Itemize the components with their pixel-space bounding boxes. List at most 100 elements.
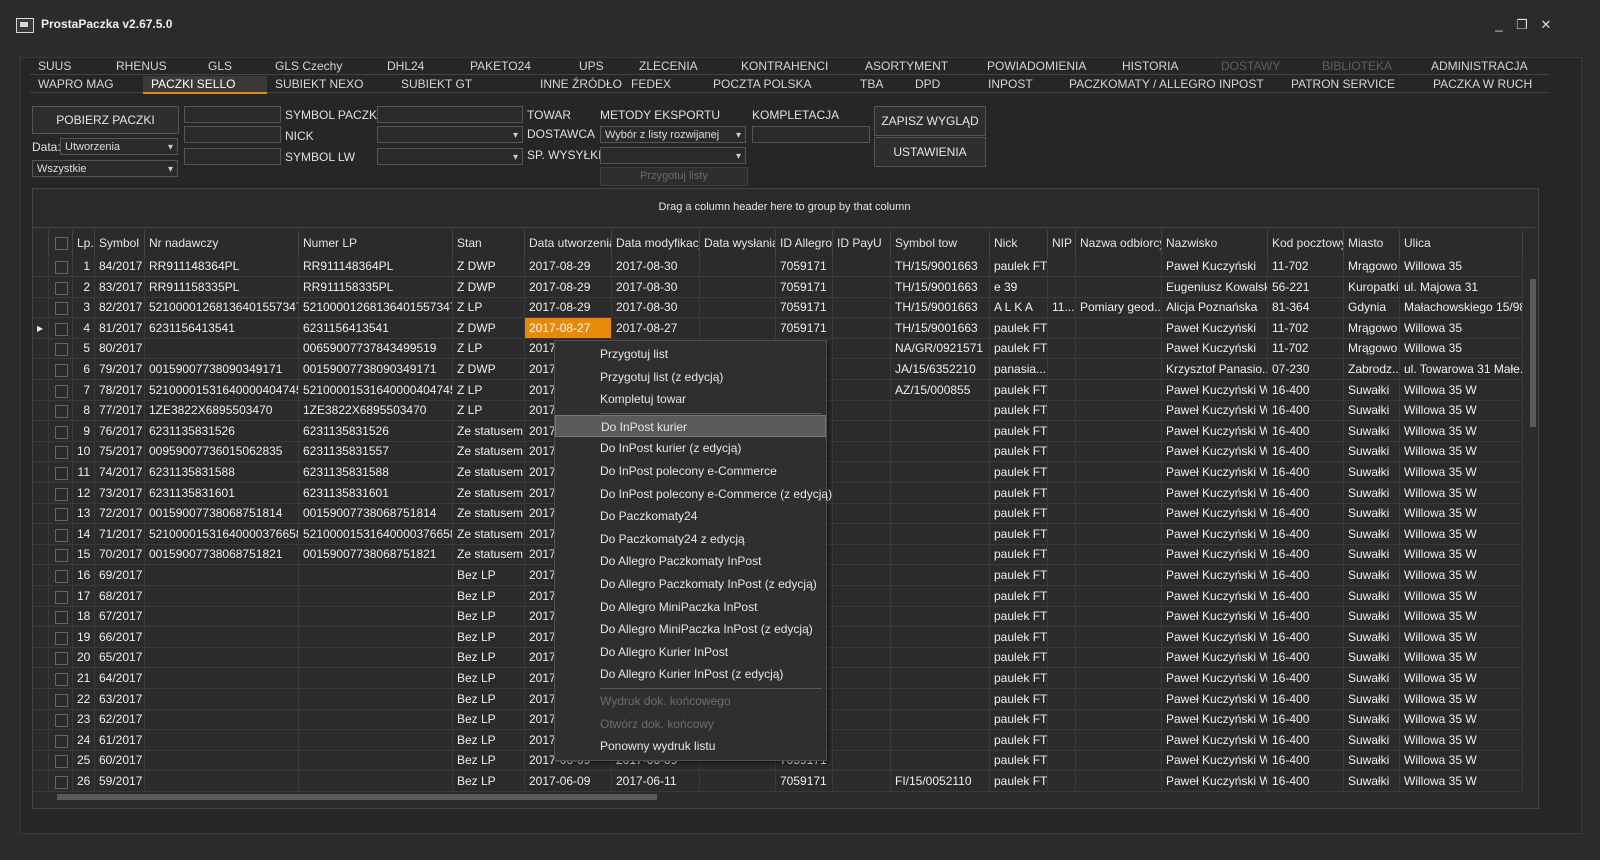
- menu-item-do-inpost-polecony-e-commerce[interactable]: Do InPost polecony e-Commerce: [555, 460, 826, 482]
- cell-tow[interactable]: [891, 441, 990, 462]
- tab-poczta-polska[interactable]: POCZTA POLSKA: [705, 76, 852, 93]
- cell-tow[interactable]: [891, 668, 990, 689]
- cell-tow[interactable]: [891, 689, 990, 710]
- cell-lp[interactable]: 4: [73, 318, 95, 339]
- cell-naz[interactable]: Paweł Kuczyński W: [1162, 380, 1268, 401]
- cell-symbol[interactable]: 75/2017: [95, 441, 145, 462]
- row-checkbox[interactable]: [55, 591, 68, 604]
- vertical-scrollbar[interactable]: [1527, 269, 1537, 789]
- tab-patron-service[interactable]: PATRON SERVICE: [1283, 76, 1425, 93]
- cell-tow[interactable]: TH/15/9001663: [891, 277, 990, 298]
- tab-paczkomaty-allegro-inpost[interactable]: PACZKOMATY / ALLEGRO INPOST: [1061, 76, 1283, 93]
- cell-mod[interactable]: 2017-08-30: [612, 256, 700, 277]
- column-header-stan[interactable]: Stan: [453, 230, 525, 256]
- cell-lp_num[interactable]: [299, 709, 453, 730]
- cell-kod[interactable]: 16-400: [1268, 462, 1344, 483]
- cell-naz[interactable]: Paweł Kuczyński: [1162, 256, 1268, 277]
- save-view-button[interactable]: ZAPISZ WYGLĄD: [874, 106, 986, 136]
- column-header-lp_num[interactable]: Numer LP: [299, 230, 453, 256]
- cell-kod[interactable]: 16-400: [1268, 441, 1344, 462]
- cell-naz[interactable]: Paweł Kuczyński: [1162, 338, 1268, 359]
- cell-utw[interactable]: 2017-08-29: [525, 277, 612, 298]
- cell-payu[interactable]: [833, 647, 891, 668]
- cell-stan[interactable]: Bez LP: [453, 689, 525, 710]
- cell-nr[interactable]: [145, 771, 299, 792]
- cell-mod[interactable]: 2017-08-27: [612, 318, 700, 339]
- row-checkbox-cell[interactable]: [49, 565, 73, 586]
- cell-kod[interactable]: 16-400: [1268, 565, 1344, 586]
- cell-mia[interactable]: Mrągowo: [1344, 338, 1400, 359]
- cell-lp[interactable]: 21: [73, 668, 95, 689]
- tab-subiekt-gt[interactable]: SUBIEKT GT: [393, 76, 532, 93]
- row-checkbox[interactable]: [55, 488, 68, 501]
- cell-stan[interactable]: Z LP: [453, 400, 525, 421]
- menu-item-otworz-dok-koncowy[interactable]: Otwórz dok. końcowy: [555, 713, 826, 735]
- tab-dhl24[interactable]: DHL24: [379, 58, 462, 75]
- menu-item-do-allegro-paczkomaty-inpost[interactable]: Do Allegro Paczkomaty InPost: [555, 550, 826, 572]
- cell-nick[interactable]: paulek FT: [990, 256, 1048, 277]
- cell-stan[interactable]: Z DWP: [453, 318, 525, 339]
- column-header-symbol[interactable]: Symbol: [95, 230, 145, 256]
- cell-stan[interactable]: Bez LP: [453, 606, 525, 627]
- cell-nick[interactable]: paulek FT: [990, 627, 1048, 648]
- cell-symbol[interactable]: 65/2017: [95, 647, 145, 668]
- cell-tow[interactable]: [891, 709, 990, 730]
- cell-nip[interactable]: [1048, 400, 1076, 421]
- cell-payu[interactable]: [833, 730, 891, 751]
- cell-naz[interactable]: Paweł Kuczyński W: [1162, 503, 1268, 524]
- row-checkbox[interactable]: [55, 529, 68, 542]
- cell-lp[interactable]: 26: [73, 771, 95, 792]
- cell-mia[interactable]: Suwałki: [1344, 730, 1400, 751]
- cell-tow[interactable]: [891, 503, 990, 524]
- cell-stan[interactable]: Z DWP: [453, 359, 525, 380]
- cell-lp[interactable]: 22: [73, 689, 95, 710]
- cell-nick[interactable]: paulek FT: [990, 421, 1048, 442]
- cell-uli[interactable]: Małachowskiego 15/98: [1400, 297, 1523, 318]
- row-checkbox-cell[interactable]: [49, 380, 73, 401]
- cell-naz[interactable]: Paweł Kuczyński: [1162, 318, 1268, 339]
- cell-odb[interactable]: [1076, 524, 1162, 545]
- cell-lp_num[interactable]: 00159007738068751814: [299, 503, 453, 524]
- cell-naz[interactable]: Paweł Kuczyński W: [1162, 647, 1268, 668]
- cell-odb[interactable]: [1076, 606, 1162, 627]
- cell-nick[interactable]: paulek FT: [990, 441, 1048, 462]
- row-checkbox[interactable]: [55, 323, 68, 336]
- cell-nip[interactable]: [1048, 709, 1076, 730]
- tab-paczki-sello[interactable]: PACZKI SELLO: [143, 76, 267, 94]
- cell-mia[interactable]: Kuropatki: [1344, 277, 1400, 298]
- cell-lp[interactable]: 19: [73, 627, 95, 648]
- cell-symbol[interactable]: 78/2017: [95, 380, 145, 401]
- cell-stan[interactable]: Z LP: [453, 338, 525, 359]
- cell-tow[interactable]: [891, 750, 990, 771]
- row-checkbox-cell[interactable]: [49, 709, 73, 730]
- cell-nick[interactable]: paulek FT: [990, 380, 1048, 401]
- cell-uli[interactable]: Willowa 35 W: [1400, 606, 1523, 627]
- cell-mia[interactable]: Suwałki: [1344, 544, 1400, 565]
- row-checkbox-cell[interactable]: [49, 483, 73, 504]
- cell-uli[interactable]: Willowa 35 W: [1400, 503, 1523, 524]
- cell-symbol[interactable]: 66/2017: [95, 627, 145, 648]
- cell-uli[interactable]: Willowa 35: [1400, 256, 1523, 277]
- row-checkbox[interactable]: [55, 755, 68, 768]
- cell-nr[interactable]: 00159007738068751814: [145, 503, 299, 524]
- cell-uli[interactable]: Willowa 35 W: [1400, 565, 1523, 586]
- cell-odb[interactable]: [1076, 689, 1162, 710]
- row-checkbox-cell[interactable]: [49, 627, 73, 648]
- cell-symbol[interactable]: 84/2017: [95, 256, 145, 277]
- cell-kod[interactable]: 16-400: [1268, 606, 1344, 627]
- cell-nip[interactable]: [1048, 441, 1076, 462]
- cell-tow[interactable]: FI/15/0052110: [891, 771, 990, 792]
- cell-mia[interactable]: Mrągowo: [1344, 256, 1400, 277]
- cell-tow[interactable]: AZ/15/000855: [891, 380, 990, 401]
- menu-item-do-inpost-kurier-z-edycja[interactable]: Do InPost kurier (z edycją): [555, 437, 826, 459]
- cell-odb[interactable]: [1076, 730, 1162, 751]
- cell-mia[interactable]: Suwałki: [1344, 380, 1400, 401]
- cell-uli[interactable]: Willowa 35 W: [1400, 771, 1523, 792]
- cell-uli[interactable]: ul. Majowa 31: [1400, 277, 1523, 298]
- cell-stan[interactable]: Ze statusem: [453, 524, 525, 545]
- cell-mia[interactable]: Suwałki: [1344, 606, 1400, 627]
- cell-nr[interactable]: [145, 730, 299, 751]
- row-checkbox-cell[interactable]: [49, 318, 73, 339]
- cell-symbol[interactable]: 79/2017: [95, 359, 145, 380]
- cell-uli[interactable]: Willowa 35: [1400, 338, 1523, 359]
